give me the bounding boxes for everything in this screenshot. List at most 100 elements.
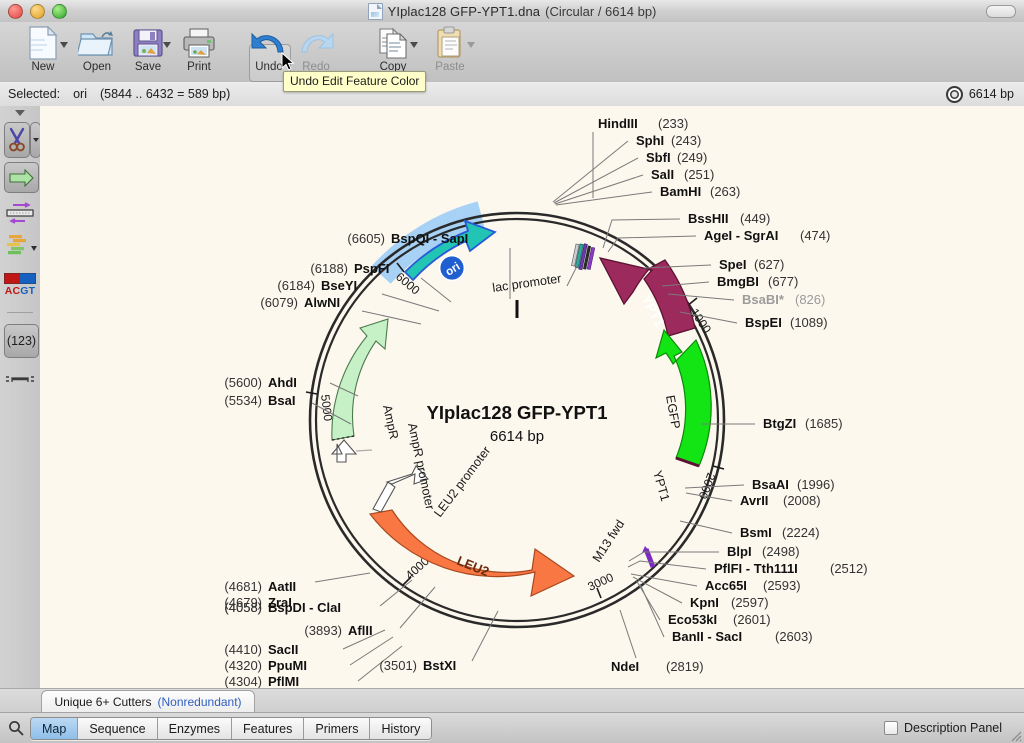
rail-collapse-chevron-down-icon[interactable] xyxy=(0,106,40,120)
paste-menu-chevron-down-icon xyxy=(467,42,475,48)
green-arrow-icon xyxy=(9,169,35,187)
enzyme-name: AgeI - SgrAI xyxy=(704,228,778,243)
printer-icon xyxy=(182,24,216,62)
enzyme-set-tab[interactable]: Unique 6+ Cutters (Nonredundant) xyxy=(41,690,255,713)
scissors-tool-button[interactable] xyxy=(4,122,30,158)
tab-features[interactable]: Features xyxy=(232,718,304,739)
toolbar-toggle-button[interactable] xyxy=(986,5,1016,18)
dna-strand-tool-button[interactable] xyxy=(0,200,40,226)
enzyme-position: (3501) xyxy=(379,658,417,673)
enzyme-name: SphI xyxy=(636,133,664,148)
copy-menu-chevron-down-icon[interactable] xyxy=(410,42,418,48)
enzyme-label-bspdi-clai-main[interactable]: (4058) BspDI - ClaI xyxy=(224,580,412,615)
enzyme-name: BtgZI xyxy=(763,416,796,431)
new-button-label: New xyxy=(31,61,54,73)
save-button-label: Save xyxy=(135,61,161,73)
alignment-tool-button[interactable] xyxy=(0,232,40,260)
scissors-icon xyxy=(7,127,27,153)
copy-pages-icon xyxy=(376,24,410,62)
print-button[interactable]: Print xyxy=(176,24,222,80)
new-button[interactable]: New xyxy=(20,24,66,80)
view-tabs[interactable]: Map Sequence Enzymes Features Primers Hi… xyxy=(30,717,432,740)
enzyme-name: BsaAI xyxy=(752,477,789,492)
enzyme-position: (2512) xyxy=(830,561,868,576)
arrow-feature-tool-button[interactable] xyxy=(4,162,39,193)
enzyme-position: (2603) xyxy=(775,629,813,644)
enzyme-label-acc65i[interactable]: Acc65I (2593) xyxy=(631,574,801,593)
enzyme-label-blpi[interactable]: BlpI (2498) xyxy=(629,544,800,561)
enzyme-position: (3893) xyxy=(304,623,342,638)
enzyme-name: NdeI xyxy=(611,659,639,674)
open-folder-icon xyxy=(78,24,116,62)
print-button-label: Print xyxy=(187,61,211,73)
open-button-label: Open xyxy=(83,61,111,73)
new-menu-chevron-down-icon[interactable] xyxy=(60,42,68,48)
enzyme-label-banii-saci[interactable]: BanII - SacI (2603) xyxy=(640,584,813,644)
bottom-bar: Map Sequence Enzymes Features Primers Hi… xyxy=(0,712,1024,743)
enzyme-label-avrii[interactable]: AvrII (2008) xyxy=(686,493,821,508)
magnifier-icon[interactable] xyxy=(8,720,24,736)
paste-button: Paste xyxy=(427,24,473,80)
enzyme-label-bsaai[interactable]: BsaAI (1996) xyxy=(685,477,835,492)
numbering-tool-button[interactable]: (123) xyxy=(4,324,39,358)
enzyme-label-agei-sgrai[interactable]: AgeI - SgrAI (474) xyxy=(608,228,830,252)
enzyme-position: (2224) xyxy=(782,525,820,540)
enzyme-name: BlpI xyxy=(727,544,752,559)
enzyme-name: Acc65I xyxy=(705,578,747,593)
plasmid-map-canvas[interactable]: .enz { font-size:13px; font-weight:bold;… xyxy=(40,106,1024,688)
enzyme-label-bmgbi[interactable]: BmgBI (677) xyxy=(662,274,798,289)
enzyme-label-bsmi[interactable]: BsmI (2224) xyxy=(680,521,820,540)
enzyme-label-kpni[interactable]: KpnI (2597) xyxy=(633,577,769,610)
new-document-icon xyxy=(28,24,58,62)
enzyme-label-spei[interactable]: SpeI (627) xyxy=(644,257,784,272)
selection-feature-name: ori xyxy=(73,87,87,101)
enzyme-set-label: Unique 6+ Cutters xyxy=(54,695,151,709)
title-bar: YIplac128 GFP-YPT1.dna (Circular / 6614 … xyxy=(0,0,1024,23)
snapgene-window: YIplac128 GFP-YPT1.dna (Circular / 6614 … xyxy=(0,0,1024,742)
description-panel-checkbox[interactable] xyxy=(884,721,898,735)
enzyme-label-bsabi[interactable]: BsaBI* (826) xyxy=(668,292,825,307)
tab-enzymes[interactable]: Enzymes xyxy=(158,718,232,739)
document-icon xyxy=(368,3,383,20)
enzyme-label-bspei[interactable]: BspEI (1089) xyxy=(680,312,828,330)
enzyme-position: (449) xyxy=(740,211,770,226)
paste-button-label: Paste xyxy=(435,61,464,73)
description-panel-toggle[interactable]: Description Panel xyxy=(884,713,1002,743)
selection-info: Selected: ori (5844 .. 6432 = 589 bp) xyxy=(8,87,230,101)
enzyme-position: (1089) xyxy=(790,315,828,330)
enzyme-position: (263) xyxy=(710,184,740,199)
rail-divider xyxy=(7,312,33,313)
tab-map[interactable]: Map xyxy=(31,718,78,739)
enzyme-label-bstxi[interactable]: (3501) BstXI xyxy=(379,611,498,673)
selection-prefix: Selected: xyxy=(8,87,60,101)
resize-grip-icon[interactable] xyxy=(1006,726,1022,742)
main-toolbar: New Open xyxy=(0,22,1024,83)
enzyme-set-qualifier: (Nonredundant) xyxy=(158,695,242,709)
enzyme-name: BstXI xyxy=(423,658,456,673)
sequence-color-tool-button[interactable]: ACGT xyxy=(0,268,40,302)
tab-sequence[interactable]: Sequence xyxy=(78,718,157,739)
numbering-tool-label: (123) xyxy=(7,334,36,348)
ruler-tool-button[interactable] xyxy=(0,370,40,390)
save-button[interactable]: Save xyxy=(127,24,169,80)
acgt-gradient-icon xyxy=(4,273,36,284)
dna-strand-icon xyxy=(5,201,35,225)
sequence-length-badge[interactable]: 6614 bp xyxy=(946,82,1014,106)
alignment-tool-menu-chevron-down-icon[interactable] xyxy=(31,246,37,251)
open-button[interactable]: Open xyxy=(73,24,121,80)
enzyme-position: (826) xyxy=(795,292,825,307)
enzyme-label-btgzi[interactable]: BtgZI (1685) xyxy=(702,416,843,431)
enzyme-position: (243) xyxy=(671,133,701,148)
enzyme-name: HindIII xyxy=(598,116,638,131)
enzyme-position: (233) xyxy=(658,116,688,131)
tab-history[interactable]: History xyxy=(370,718,431,739)
window-title-subtitle: (Circular / 6614 bp) xyxy=(545,4,656,19)
enzyme-label-pflfi-tth111i[interactable]: PflFI - Tth111I (2512) xyxy=(628,561,868,576)
save-menu-chevron-down-icon[interactable] xyxy=(163,42,171,48)
enzyme-position: (1685) xyxy=(805,416,843,431)
enzyme-position: (2597) xyxy=(731,595,769,610)
circular-dna-icon xyxy=(946,86,963,103)
tab-primers[interactable]: Primers xyxy=(304,718,370,739)
enzyme-name: BsaBI* xyxy=(742,292,785,307)
enzyme-name: SpeI xyxy=(719,257,746,272)
